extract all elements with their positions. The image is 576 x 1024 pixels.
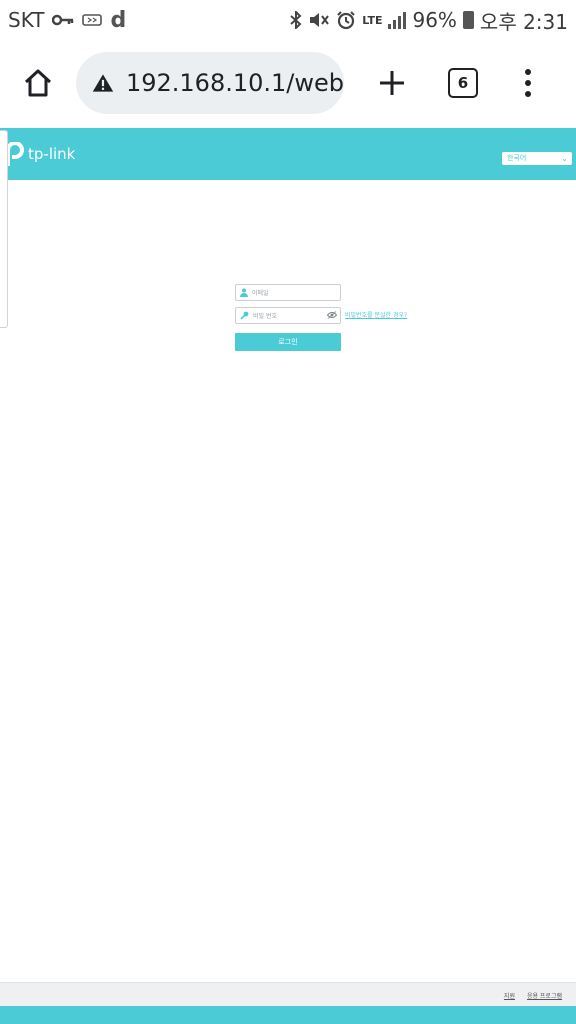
mute-vibrate-icon — [308, 11, 330, 29]
brand-name: tp-link — [28, 145, 76, 163]
not-secure-warning-icon[interactable] — [92, 71, 114, 95]
network-type-label: LTE — [362, 13, 383, 27]
username-field[interactable]: 이메일 — [235, 284, 341, 301]
vpn-key-icon — [52, 14, 74, 26]
footer-links: 지원 응용 프로그램 — [504, 991, 562, 1000]
browser-toolbar: 192.168.10.1/web 6 — [0, 48, 576, 118]
tab-count: 6 — [457, 74, 469, 92]
new-tab-button[interactable] — [372, 63, 412, 103]
forgot-password-link[interactable]: 비밀번호를 분실한 경우? — [345, 310, 407, 319]
home-button[interactable] — [18, 63, 58, 103]
menu-dot-icon — [525, 69, 531, 75]
web-content: tp-link 한국어 ⌄ 이메일 비밀 번호 비밀번호를 분실한 경우? 로그… — [0, 128, 576, 1024]
clock: 오후 2:31 — [479, 9, 568, 34]
side-drawer-handle[interactable] — [0, 130, 8, 328]
page-footer: 지원 응용 프로그램 — [0, 982, 576, 1007]
url-text[interactable]: 192.168.10.1/web — [126, 69, 344, 97]
notification-d-icon: d — [110, 7, 127, 33]
footer-link-app[interactable]: 응용 프로그램 — [527, 991, 562, 1000]
menu-dot-icon — [525, 80, 531, 86]
status-left: SKT d — [8, 8, 126, 33]
alarm-icon — [336, 10, 356, 30]
key-icon — [240, 311, 249, 320]
password-field[interactable]: 비밀 번호 — [235, 307, 341, 324]
battery-icon — [462, 11, 474, 29]
carrier-label: SKT — [8, 8, 45, 32]
bluetooth-icon — [290, 11, 302, 29]
tab-switcher-button[interactable]: 6 — [448, 68, 478, 98]
footer-accent-strip — [0, 1006, 576, 1024]
cast-screen-icon — [82, 13, 103, 27]
chevron-down-icon: ⌄ — [561, 154, 568, 163]
overflow-menu-button[interactable] — [518, 63, 538, 103]
home-icon — [24, 69, 52, 97]
show-password-icon[interactable] — [327, 311, 337, 319]
language-select[interactable]: 한국어 ⌄ — [502, 152, 572, 165]
login-button[interactable]: 로그인 — [235, 333, 341, 351]
login-form: 이메일 비밀 번호 — [235, 284, 341, 324]
password-placeholder: 비밀 번호 — [253, 313, 277, 320]
signal-strength-icon — [388, 11, 407, 29]
address-bar[interactable]: 192.168.10.1/web — [76, 52, 344, 114]
username-placeholder: 이메일 — [252, 290, 269, 297]
language-selected: 한국어 — [507, 154, 527, 162]
router-header: tp-link 한국어 ⌄ — [0, 128, 576, 180]
user-icon — [240, 288, 248, 297]
menu-dot-icon — [525, 91, 531, 97]
status-bar: SKT d LTE 96% 오후 2:31 — [0, 0, 576, 40]
footer-link-support[interactable]: 지원 — [504, 991, 515, 1000]
status-right: LTE 96% 오후 2:31 — [290, 6, 568, 35]
tp-link-logo: tp-link — [4, 142, 75, 166]
battery-percent: 96% — [412, 8, 457, 32]
plus-icon — [380, 71, 404, 95]
